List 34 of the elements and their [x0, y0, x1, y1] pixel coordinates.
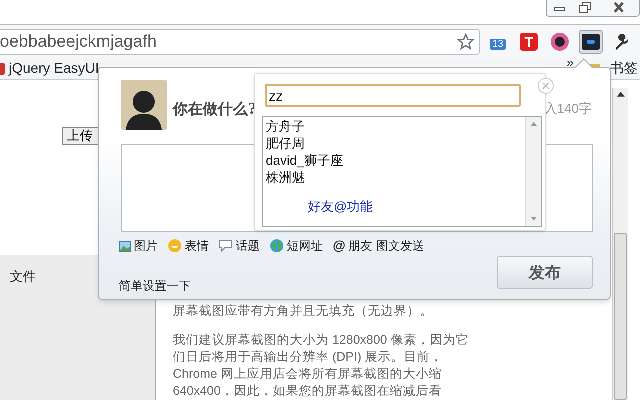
paragraph: 我们建议屏幕截图的大小为 1280x800 像素，因为它 们日后将用于高输出分辨率 (DPI) 展示。目前， Chrome 网上应用店会将所有屏幕截图的大小缩 640x400，因此，如果您的屏幕截图在缩减后看 [173, 332, 470, 400]
toolbar-link[interactable]: 图片 [119, 237, 158, 255]
suggestion-item[interactable]: david_狮子座 [266, 152, 344, 169]
toolbar-link[interactable]: 表情 [168, 237, 209, 255]
bookmark-link[interactable]: jQuery EasyUI [0, 58, 100, 79]
globe-icon [270, 239, 284, 253]
avatar-icon [121, 80, 167, 130]
character-counter: 入140字 [544, 100, 592, 118]
toolbar-link[interactable]: 图文发送 [376, 237, 425, 255]
suggestion-item[interactable]: 方舟子 [266, 118, 305, 135]
scrollbar[interactable] [612, 88, 628, 400]
toolbar-link[interactable]: 短网址 [270, 237, 323, 255]
star-icon[interactable] [457, 32, 475, 50]
at-symbol: @ [333, 237, 346, 256]
suggestion-list[interactable]: 方舟子 肥仔周 david_狮子座 株洲魅 好友@功能 [262, 116, 542, 227]
smiley-icon [168, 239, 182, 253]
search-field[interactable]: zz [265, 84, 521, 107]
scroll-up-arrow-icon[interactable] [616, 91, 624, 97]
file-label: 文件 [10, 268, 36, 286]
picture-icon [119, 240, 131, 252]
calendar-extension-button[interactable]: 13 [486, 30, 510, 54]
publish-button[interactable]: 发布 [497, 256, 593, 289]
suggestion-item[interactable]: 肥仔周 [266, 135, 305, 152]
settings-link[interactable]: 简单设置一下 [119, 277, 191, 295]
list-scrollbar[interactable] [525, 117, 541, 226]
suggestion-item[interactable]: 株洲魅 [266, 169, 305, 186]
hint-text: 好友@功能 [308, 198, 374, 215]
overflow-chevron[interactable]: » [566, 58, 574, 67]
address-field[interactable]: oebbabeejckmjagafh [0, 28, 480, 54]
speech-bubble-icon [219, 240, 233, 252]
toolbar-link[interactable]: 话题 [219, 237, 260, 255]
paragraph: 屏幕截图应带有方角并且无填充（无边界）。 [173, 303, 434, 320]
toolbar-link[interactable]: @ 朋友 [333, 236, 373, 256]
scroll-down-arrow-icon[interactable] [530, 217, 536, 221]
